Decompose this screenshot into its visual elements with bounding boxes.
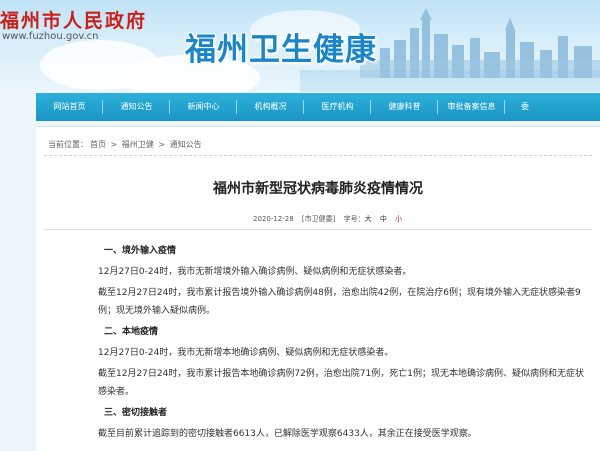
breadcrumb-item-health[interactable]: 福州卫健 xyxy=(122,140,154,149)
paragraph: 12月27日0-24时，我市无新增境外输入确诊病例、疑似病例和无症状感染者。 xyxy=(98,267,412,277)
site-title: 福州卫生健康 xyxy=(185,32,377,68)
nav-item-about[interactable]: 机构概况 xyxy=(237,93,304,121)
gov-name[interactable]: 福州市人民政府 xyxy=(0,6,147,33)
site-banner: 福州市人民政府 www.fuzhou.gov.cn 福州卫生健康 xyxy=(0,0,600,92)
divider xyxy=(44,229,592,230)
breadcrumb-separator: > xyxy=(108,140,120,149)
paragraph: 12月27日0-24时，我市无新增本地确诊病例、疑似病例和无症状感染者。 xyxy=(98,348,394,358)
content-panel: 当前位置： 首页 > 福州卫健 > 通知公告 福州市新型冠状病毒肺炎疫情情况 20… xyxy=(36,126,600,451)
article-meta: 2020-12-28 [市卫健委] 字号：大 中 小 xyxy=(253,214,408,224)
font-size-label: 字号： xyxy=(343,215,365,223)
nav-item-news[interactable]: 新闻中心 xyxy=(170,93,237,121)
font-size-small-button[interactable]: 小 xyxy=(395,215,402,223)
gov-url[interactable]: www.fuzhou.gov.cn xyxy=(2,31,99,42)
paragraph: 截至12月27日24时，我市累计报告本地确诊病例72例，治愈出院71例，死亡1例… xyxy=(98,369,584,397)
article-source: [市卫健委] xyxy=(301,215,336,223)
paragraph: 截至12月27日24时，我市累计报告境外输入确诊病例48例，治愈出院42例，在院… xyxy=(98,288,581,316)
font-size-large-button[interactable]: 大 xyxy=(365,215,372,223)
breadcrumb-item-notices[interactable]: 通知公告 xyxy=(170,140,202,149)
breadcrumb-item-home[interactable]: 首页 xyxy=(90,140,106,149)
paragraph: 截至目前累计追踪到的密切接触者6613人，已解除医学观察6433人，其余正在接受… xyxy=(98,429,477,439)
breadcrumb: 当前位置： 首页 > 福州卫健 > 通知公告 xyxy=(48,139,204,150)
font-size-medium-button[interactable]: 中 xyxy=(380,215,387,223)
section-heading: 三、密切接触者 xyxy=(104,408,168,418)
breadcrumb-separator: > xyxy=(155,140,168,149)
article-body: 一、境外输入疫情 12月27日0-24时，我市无新增境外输入确诊病例、疑似病例和… xyxy=(98,241,588,446)
nav-item-medical-institutions[interactable]: 医疗机构 xyxy=(304,93,371,121)
nav-item-approval-info[interactable]: 审批备案信息 xyxy=(438,93,505,121)
nav-item-home[interactable]: 网站首页 xyxy=(36,93,103,121)
city-skyline-image xyxy=(360,8,600,78)
nav-item-notices[interactable]: 通知公告 xyxy=(103,93,170,121)
article-title: 福州市新型冠状病毒肺炎疫情情况 xyxy=(213,181,423,197)
section-heading: 二、本地疫情 xyxy=(104,327,159,337)
nav-item-more[interactable]: 委 xyxy=(505,93,545,121)
divider xyxy=(44,155,592,156)
breadcrumb-prefix: 当前位置： xyxy=(48,140,88,149)
main-nav: 网站首页 通知公告 新闻中心 机构概况 医疗机构 健康科普 审批备案信息 委 xyxy=(36,93,600,121)
article-date: 2020-12-28 xyxy=(253,215,294,223)
section-heading: 一、境外输入疫情 xyxy=(104,246,177,256)
nav-item-health-science[interactable]: 健康科普 xyxy=(371,93,438,121)
